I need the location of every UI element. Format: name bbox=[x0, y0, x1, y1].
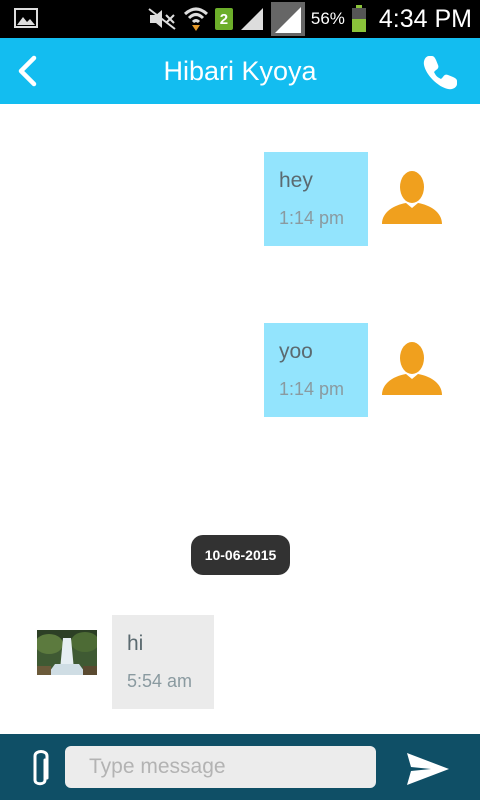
attach-button[interactable] bbox=[25, 748, 55, 790]
mute-icon bbox=[148, 8, 176, 30]
message-time: 1:14 pm bbox=[279, 208, 345, 228]
clock: 4:34 PM bbox=[378, 4, 472, 33]
date-separator: 10-06-2015 bbox=[191, 535, 290, 575]
message-bubble-incoming[interactable]: hi 5:54 am bbox=[112, 615, 214, 709]
signal-icon bbox=[240, 8, 263, 30]
sim-badge: 2 bbox=[214, 8, 233, 30]
gallery-notification-icon bbox=[14, 8, 38, 33]
status-bar: 2 56% 4:34 PM bbox=[0, 0, 480, 38]
message-bubble-outgoing[interactable]: hey 1:14 pm bbox=[264, 152, 368, 246]
user-avatar[interactable] bbox=[380, 339, 444, 399]
composer-bar bbox=[0, 734, 480, 800]
contact-name: Hibari Kyoya bbox=[163, 56, 317, 86]
user-avatar[interactable] bbox=[380, 168, 444, 228]
send-icon bbox=[407, 753, 449, 785]
message-input[interactable] bbox=[65, 746, 376, 788]
message-bubble-outgoing[interactable]: yoo 1:14 pm bbox=[264, 323, 368, 417]
battery-icon bbox=[351, 5, 366, 32]
send-button[interactable] bbox=[405, 750, 451, 788]
message-time: 5:54 am bbox=[127, 671, 193, 691]
status-icons: 2 56% 4:34 PM bbox=[147, 0, 472, 38]
contact-avatar-photo[interactable] bbox=[37, 630, 97, 675]
back-button[interactable] bbox=[10, 52, 46, 90]
person-icon bbox=[382, 342, 442, 395]
chat-header: Hibari Kyoya bbox=[0, 38, 480, 104]
message-text: hey bbox=[279, 169, 313, 192]
phone-icon bbox=[423, 56, 457, 90]
message-text: hi bbox=[127, 632, 144, 655]
call-button[interactable] bbox=[420, 53, 460, 93]
message-time: 1:14 pm bbox=[279, 379, 345, 399]
paperclip-icon bbox=[33, 750, 49, 786]
signal-2-icon bbox=[270, 2, 305, 36]
wifi-icon bbox=[183, 7, 208, 31]
chevron-left-icon bbox=[18, 55, 37, 87]
waterfall-photo-icon bbox=[37, 630, 97, 675]
battery-percent: 56% bbox=[310, 9, 345, 28]
message-text: yoo bbox=[279, 340, 313, 363]
person-icon bbox=[382, 171, 442, 224]
